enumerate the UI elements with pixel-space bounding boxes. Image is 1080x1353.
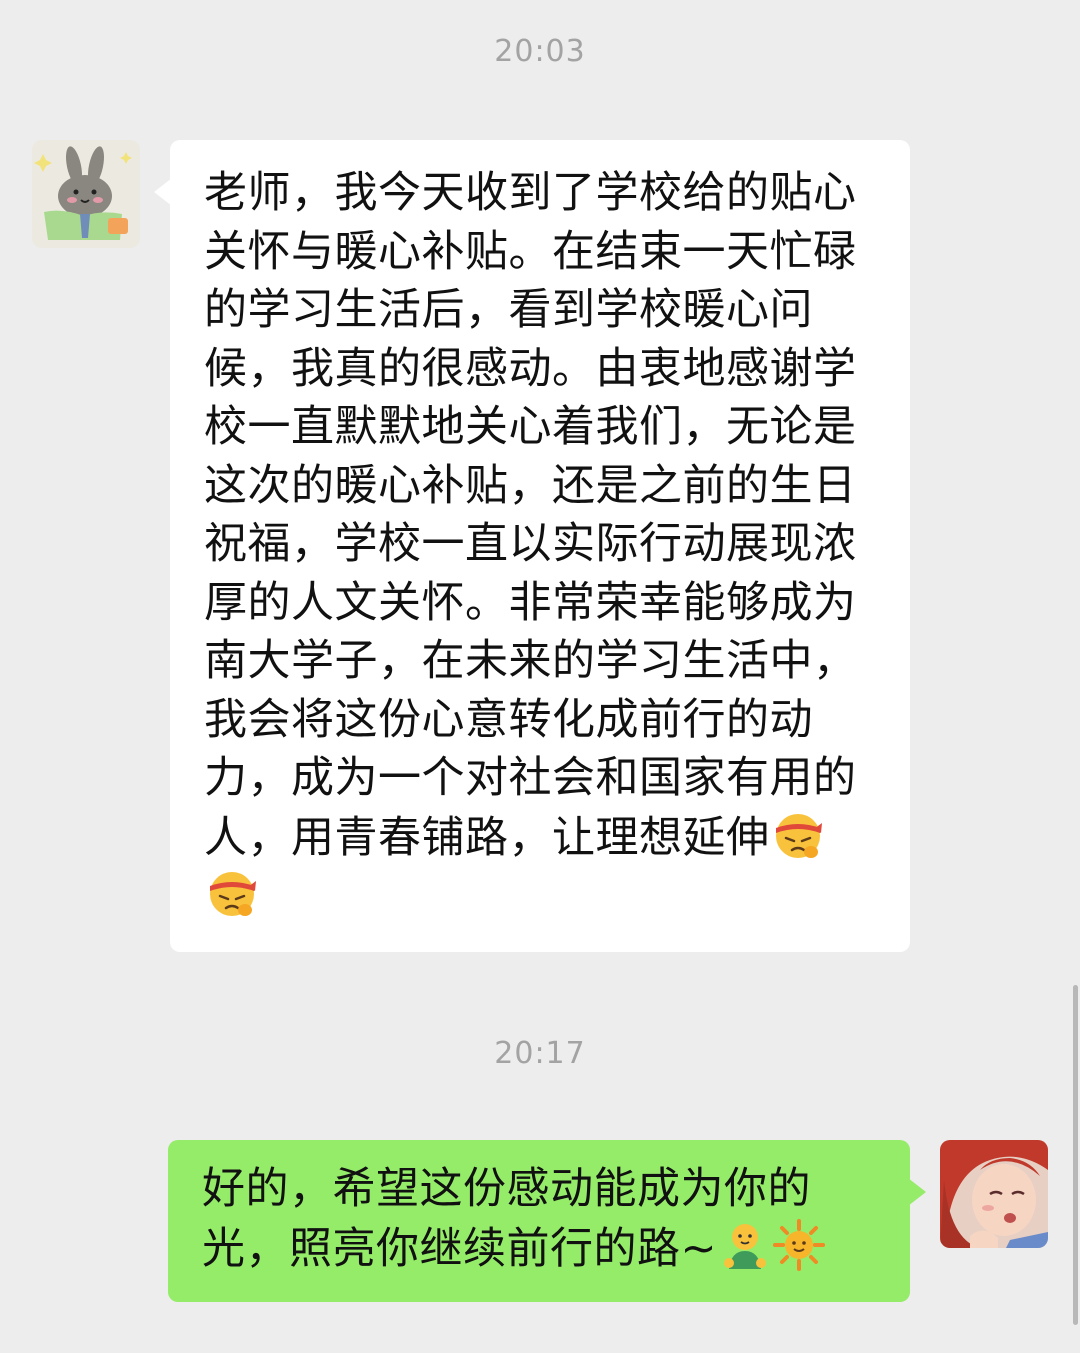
message-line-text: 光，照亮你继续前行的路~ (202, 1223, 718, 1274)
message-line: 候，我真的很感动。由衷地感谢学 (204, 343, 857, 394)
sun-emoji-icon (773, 1218, 826, 1287)
chat-screen: { "chat": { "messages": [ { "time": "20:… (0, 0, 1080, 1353)
sender-avatar[interactable] (32, 140, 140, 248)
message-line: 这次的暖心补贴，还是之前的生日 (204, 460, 857, 511)
message-line-with-emoji: 人，用青春铺路，让理想延伸 (204, 808, 880, 867)
message-line: 力，成为一个对社会和国家有用的 (204, 753, 857, 803)
outgoing-message-bubble[interactable]: 好的，希望这份感动能成为你的 光，照亮你继续前行的路~ (168, 1140, 926, 1302)
cartoon-girl-avatar-icon (940, 1140, 1048, 1248)
incoming-message-bubble[interactable]: 老师，我今天收到了学校给的贴心 关怀与暖心补贴。在结束一天忙碌 的学习生活后，看… (154, 140, 910, 952)
message-line-text: 人，用青春铺路，让理想延伸 (204, 812, 770, 863)
my-avatar[interactable] (940, 1140, 1048, 1248)
message-line: 好的，希望这份感动能成为你的 (202, 1164, 811, 1214)
message-timestamp: 20:03 (494, 34, 586, 69)
headband-determined-emoji-icon (772, 808, 824, 876)
message-line: 校一直默默地关心着我们，无论是 (204, 402, 857, 452)
message-line: 祝福，学校一直以实际行动展现浓 (204, 519, 857, 569)
message-line: 老师，我今天收到了学校给的贴心 (204, 168, 857, 218)
green-figure-emoji-icon (719, 1219, 771, 1287)
message-line: 南大学子，在未来的学习生活中， (204, 636, 857, 686)
message-line-with-emoji: 光，照亮你继续前行的路~ (202, 1218, 880, 1278)
message-line: 厚的人文关怀。非常荣幸能够成为 (204, 577, 857, 628)
message-timestamp: 20:17 (494, 1036, 586, 1071)
message-line: 我会将这份心意转化成前行的动 (204, 694, 813, 745)
bunny-avatar-icon (32, 140, 140, 248)
message-line: 关怀与暖心补贴。在结束一天忙碌 (204, 226, 857, 277)
headband-determined-emoji-icon (206, 866, 258, 934)
scrollbar[interactable] (1073, 985, 1078, 1325)
message-line: 的学习生活后，看到学校暖心问 (204, 285, 813, 335)
